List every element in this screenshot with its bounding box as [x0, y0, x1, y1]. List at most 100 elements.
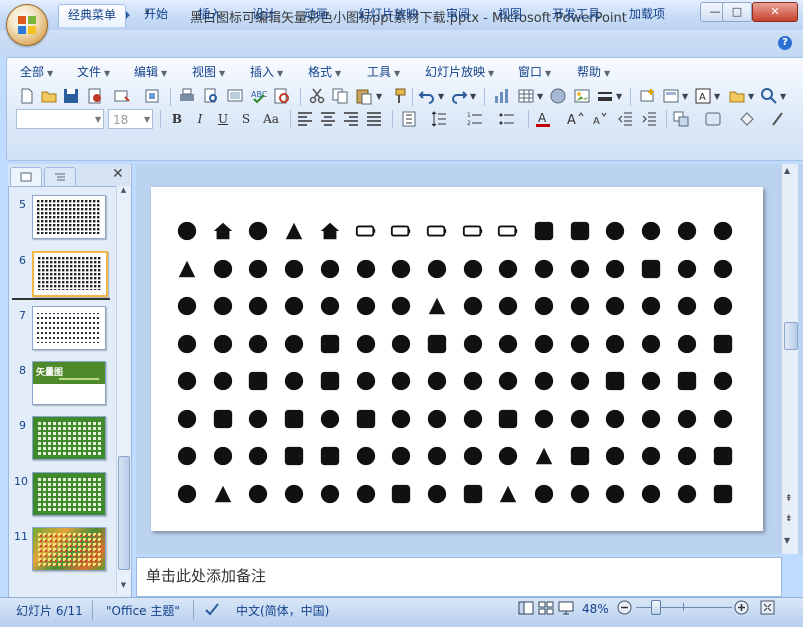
- slide-thumbnail-9[interactable]: [32, 416, 106, 460]
- current-slide[interactable]: [151, 187, 763, 531]
- publish-icon[interactable]: [143, 87, 161, 105]
- font-color-icon[interactable]: A: [534, 110, 552, 128]
- print-icon[interactable]: [178, 87, 196, 105]
- slideshow-view-status-icon[interactable]: [558, 601, 574, 615]
- spell-check-status-icon[interactable]: [204, 601, 220, 617]
- folder-icon[interactable]: [728, 87, 746, 105]
- fit-to-window-icon[interactable]: [760, 600, 775, 615]
- bold-button[interactable]: B: [168, 110, 186, 128]
- office-button[interactable]: [6, 4, 48, 46]
- tab-view[interactable]: 视图: [488, 4, 532, 26]
- slide-thumbnail-5[interactable]: [32, 195, 106, 239]
- tab-insert[interactable]: 插入: [188, 4, 232, 26]
- menu-help[interactable]: 帮助 ▼: [577, 63, 610, 80]
- shape-outline-icon[interactable]: [768, 110, 786, 128]
- normal-view-icon[interactable]: [518, 601, 534, 615]
- tab-review[interactable]: 审阅: [436, 4, 480, 26]
- align-left-icon[interactable]: [296, 110, 314, 128]
- slides-pane-scrollbar[interactable]: ▲ ▼: [116, 186, 130, 594]
- slide-sorter-view-icon[interactable]: [538, 601, 554, 615]
- line-style-dropdown-icon[interactable]: ▼: [616, 92, 622, 101]
- shape-fill-icon[interactable]: [738, 110, 756, 128]
- slide-thumbnail-8[interactable]: 矢量图: [32, 361, 106, 405]
- arrange-icon[interactable]: [672, 110, 690, 128]
- open-folder-icon[interactable]: [40, 87, 58, 105]
- menu-edit[interactable]: 编辑 ▼: [134, 63, 167, 80]
- insert-table-icon[interactable]: [517, 87, 535, 105]
- find-icon[interactable]: [760, 87, 778, 105]
- print-preview-icon[interactable]: [202, 87, 220, 105]
- close-pane-button[interactable]: ✕: [112, 166, 124, 182]
- layout-dropdown-icon[interactable]: ▼: [682, 92, 688, 101]
- insert-chart-icon[interactable]: [493, 87, 511, 105]
- tab-addins[interactable]: 加载项: [620, 4, 674, 26]
- decrease-font-icon[interactable]: A: [590, 110, 608, 128]
- spelling-icon[interactable]: ABC: [250, 87, 268, 105]
- research-icon[interactable]: [273, 87, 291, 105]
- cut-icon[interactable]: [308, 87, 326, 105]
- font-size-dropdown-icon[interactable]: ▼: [144, 110, 150, 130]
- menu-slideshow[interactable]: 幻灯片放映 ▼: [425, 63, 494, 80]
- slide-thumbnail-7[interactable]: [32, 306, 106, 350]
- menu-tools[interactable]: 工具 ▼: [367, 63, 400, 80]
- bullets-icon[interactable]: [498, 110, 516, 128]
- slide-thumbnail-11[interactable]: [32, 527, 106, 571]
- menu-view[interactable]: 视图 ▼: [192, 63, 225, 80]
- format-painter-icon[interactable]: [390, 87, 408, 105]
- align-center-icon[interactable]: [319, 110, 337, 128]
- maximize-button[interactable]: □: [722, 2, 752, 22]
- scroll-up-icon[interactable]: ▲: [118, 186, 129, 197]
- change-case-button[interactable]: Aa: [260, 110, 282, 128]
- close-button[interactable]: ✕: [752, 2, 798, 22]
- strikethrough-button[interactable]: S: [237, 110, 255, 128]
- scroll-down-icon[interactable]: ▼: [118, 581, 129, 592]
- menu-window[interactable]: 窗口 ▼: [518, 63, 551, 80]
- menu-file[interactable]: 文件 ▼: [77, 63, 110, 80]
- copy-icon[interactable]: [331, 87, 349, 105]
- line-spacing-icon[interactable]: [430, 110, 448, 128]
- new-file-icon[interactable]: [18, 87, 36, 105]
- insert-picture-icon[interactable]: [573, 87, 591, 105]
- zoom-in-icon[interactable]: [734, 600, 749, 615]
- tab-home[interactable]: 开始: [134, 4, 178, 26]
- decrease-indent-icon[interactable]: [616, 110, 634, 128]
- slide-layout-icon[interactable]: [662, 87, 680, 105]
- italic-button[interactable]: I: [191, 110, 209, 128]
- undo-toolbar-icon[interactable]: [418, 87, 436, 105]
- paste-icon[interactable]: [355, 87, 373, 105]
- next-slide-icon[interactable]: ⇟: [785, 514, 793, 524]
- table-dropdown-icon[interactable]: ▼: [537, 92, 543, 101]
- justify-icon[interactable]: [365, 110, 383, 128]
- redo-toolbar-icon[interactable]: [450, 87, 468, 105]
- scroll-thumb[interactable]: [784, 322, 798, 350]
- tab-developer[interactable]: 开发工具: [544, 4, 608, 26]
- tab-animation[interactable]: 动画: [294, 4, 338, 26]
- find-dropdown-icon[interactable]: ▼: [780, 92, 786, 101]
- language-indicator[interactable]: 中文(简体，中国): [236, 602, 329, 619]
- align-right-icon[interactable]: [342, 110, 360, 128]
- save-toolbar-icon[interactable]: [62, 87, 80, 105]
- text-direction-icon[interactable]: [400, 110, 418, 128]
- tab-outline-view[interactable]: [44, 167, 76, 186]
- redo-list-icon[interactable]: ▼: [470, 92, 476, 101]
- text-box-dropdown-icon[interactable]: ▼: [714, 92, 720, 101]
- scroll-down-icon[interactable]: ▼: [784, 536, 790, 545]
- email-icon[interactable]: [113, 87, 131, 105]
- insert-clipart-icon[interactable]: [549, 87, 567, 105]
- increase-font-icon[interactable]: A: [566, 110, 584, 128]
- underline-button[interactable]: U: [214, 110, 232, 128]
- previous-slide-icon[interactable]: ⇞: [785, 494, 793, 504]
- paste-dropdown-icon[interactable]: ▼: [376, 92, 382, 101]
- zoom-out-icon[interactable]: [617, 600, 632, 615]
- font-name-combo[interactable]: ▼: [16, 109, 104, 129]
- numbering-icon[interactable]: 12: [466, 110, 484, 128]
- text-box-icon[interactable]: A: [694, 87, 712, 105]
- line-style-icon[interactable]: [596, 87, 614, 105]
- tab-slides-view[interactable]: [10, 167, 42, 186]
- main-scrollbar[interactable]: ▲ ⇞ ⇟ ▼: [781, 164, 798, 554]
- font-size-combo[interactable]: 18 ▼: [108, 109, 153, 129]
- new-slide-icon[interactable]: [638, 87, 656, 105]
- zoom-slider-thumb[interactable]: [651, 600, 661, 615]
- menu-all[interactable]: 全部 ▼: [20, 63, 53, 80]
- tab-design[interactable]: 设计: [242, 4, 286, 26]
